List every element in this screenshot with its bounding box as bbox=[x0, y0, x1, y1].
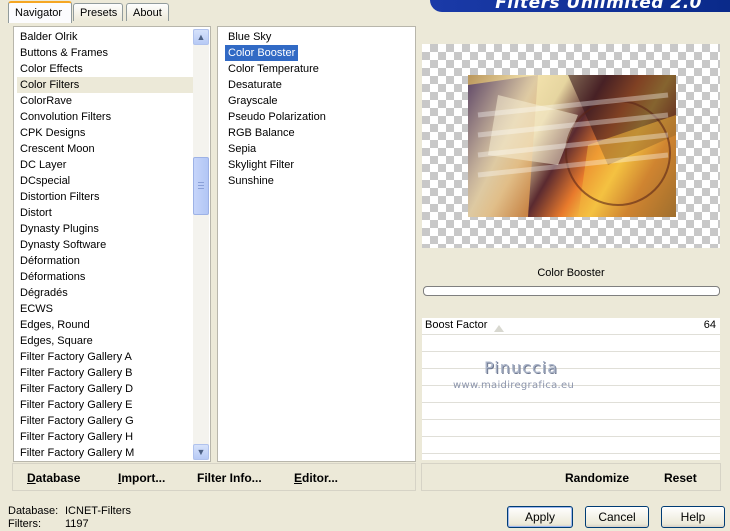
watermark-url: www.maidiregrafica.eu bbox=[453, 380, 575, 391]
progress-bar bbox=[423, 286, 720, 296]
category-item[interactable]: Color Effects bbox=[17, 61, 195, 77]
category-item[interactable]: Crescent Moon bbox=[17, 141, 195, 157]
param-row-boost-factor[interactable]: Boost Factor 64 bbox=[422, 318, 720, 335]
tab-about[interactable]: About bbox=[126, 3, 169, 21]
category-list[interactable]: Balder Olrik Buttons & Frames Color Effect… bbox=[13, 26, 211, 462]
tab-presets[interactable]: Presets bbox=[73, 3, 123, 21]
cancel-button[interactable]: Cancel bbox=[585, 506, 649, 528]
filters-count-value: 1197 bbox=[65, 518, 89, 530]
category-item[interactable]: Edges, Square bbox=[17, 333, 195, 349]
filter-list[interactable]: Blue Sky Color Booster Color Temperature De… bbox=[217, 26, 416, 462]
filter-item[interactable]: Color Temperature bbox=[225, 61, 322, 77]
category-item[interactable]: Balder Olrik bbox=[17, 29, 195, 45]
filter-item[interactable]: Color Booster bbox=[225, 45, 299, 61]
category-item[interactable]: Filter Factory Gallery B bbox=[17, 365, 195, 381]
param-row bbox=[422, 437, 720, 454]
banner-title: Filters Unlimited 2.0 bbox=[495, 0, 702, 13]
filter-item[interactable]: RGB Balance bbox=[225, 125, 298, 141]
category-item[interactable]: Buttons & Frames bbox=[17, 45, 195, 61]
category-item[interactable]: Distortion Filters bbox=[17, 189, 195, 205]
category-item[interactable]: Filter Factory Gallery H bbox=[17, 429, 195, 445]
category-item[interactable]: Filter Factory Gallery M bbox=[17, 445, 195, 461]
category-item[interactable]: Déformation bbox=[17, 253, 195, 269]
scroll-thumb[interactable] bbox=[193, 157, 209, 215]
preview-image bbox=[468, 75, 676, 217]
category-item[interactable]: CPK Designs bbox=[17, 125, 195, 141]
filter-item[interactable]: Sunshine bbox=[225, 173, 277, 189]
param-value: 64 bbox=[703, 319, 716, 331]
category-item[interactable]: DCspecial bbox=[17, 173, 195, 189]
param-row bbox=[422, 352, 720, 369]
import-button[interactable]: Import... bbox=[118, 466, 165, 490]
filter-item[interactable]: Sepia bbox=[225, 141, 259, 157]
param-row bbox=[422, 403, 720, 420]
filter-item[interactable]: Pseudo Polarization bbox=[225, 109, 329, 125]
tab-navigator[interactable]: Navigator bbox=[8, 1, 72, 23]
database-label: Database: bbox=[8, 505, 59, 517]
reset-button[interactable]: Reset bbox=[664, 466, 697, 490]
param-row bbox=[422, 335, 720, 352]
category-item[interactable]: Filter Factory Gallery D bbox=[17, 381, 195, 397]
left-button-strip: Database Import... Filter Info... Editor… bbox=[12, 463, 416, 491]
filter-item[interactable]: Skylight Filter bbox=[225, 157, 297, 173]
category-item[interactable]: Dégradés bbox=[17, 285, 195, 301]
watermark-title: Pinuccia bbox=[484, 358, 558, 377]
database-value: ICNET-Filters bbox=[65, 505, 131, 517]
category-item[interactable]: Edges, Round bbox=[17, 317, 195, 333]
category-item[interactable]: Filter Factory Gallery A bbox=[17, 349, 195, 365]
filter-item[interactable]: Desaturate bbox=[225, 77, 285, 93]
help-button[interactable]: Help bbox=[661, 506, 725, 528]
filter-title: Color Booster bbox=[422, 262, 720, 284]
right-button-strip: Randomize Reset bbox=[421, 463, 721, 491]
category-item[interactable]: ColorRave bbox=[17, 93, 195, 109]
slider-thumb-icon[interactable] bbox=[494, 325, 504, 332]
category-scrollbar[interactable]: ▲ ▼ bbox=[193, 29, 209, 460]
randomize-button[interactable]: Randomize bbox=[565, 466, 629, 490]
title-banner: Filters Unlimited 2.0 bbox=[430, 0, 730, 13]
category-item[interactable]: Convolution Filters bbox=[17, 109, 195, 125]
category-item[interactable]: Dynasty Software bbox=[17, 237, 195, 253]
filters-count-label: Filters: bbox=[8, 518, 41, 530]
scroll-up-icon[interactable]: ▲ bbox=[193, 29, 209, 45]
category-item[interactable]: Filter Factory Gallery E bbox=[17, 397, 195, 413]
editor-button[interactable]: Editor... bbox=[294, 466, 338, 490]
filter-info-button[interactable]: Filter Info... bbox=[197, 466, 262, 490]
category-item[interactable]: Color Filters bbox=[17, 77, 195, 93]
param-row bbox=[422, 420, 720, 437]
param-label: Boost Factor bbox=[425, 319, 488, 331]
filter-item[interactable]: Grayscale bbox=[225, 93, 281, 109]
category-item[interactable]: ECWS bbox=[17, 301, 195, 317]
filter-item[interactable]: Blue Sky bbox=[225, 29, 274, 45]
database-button[interactable]: Database bbox=[27, 466, 80, 490]
scroll-down-icon[interactable]: ▼ bbox=[193, 444, 209, 460]
category-item[interactable]: Filter Factory Gallery G bbox=[17, 413, 195, 429]
apply-button[interactable]: Apply bbox=[507, 506, 573, 528]
category-item[interactable]: Dynasty Plugins bbox=[17, 221, 195, 237]
category-item[interactable]: Déformations bbox=[17, 269, 195, 285]
category-item[interactable]: Distort bbox=[17, 205, 195, 221]
category-item[interactable]: DC Layer bbox=[17, 157, 195, 173]
